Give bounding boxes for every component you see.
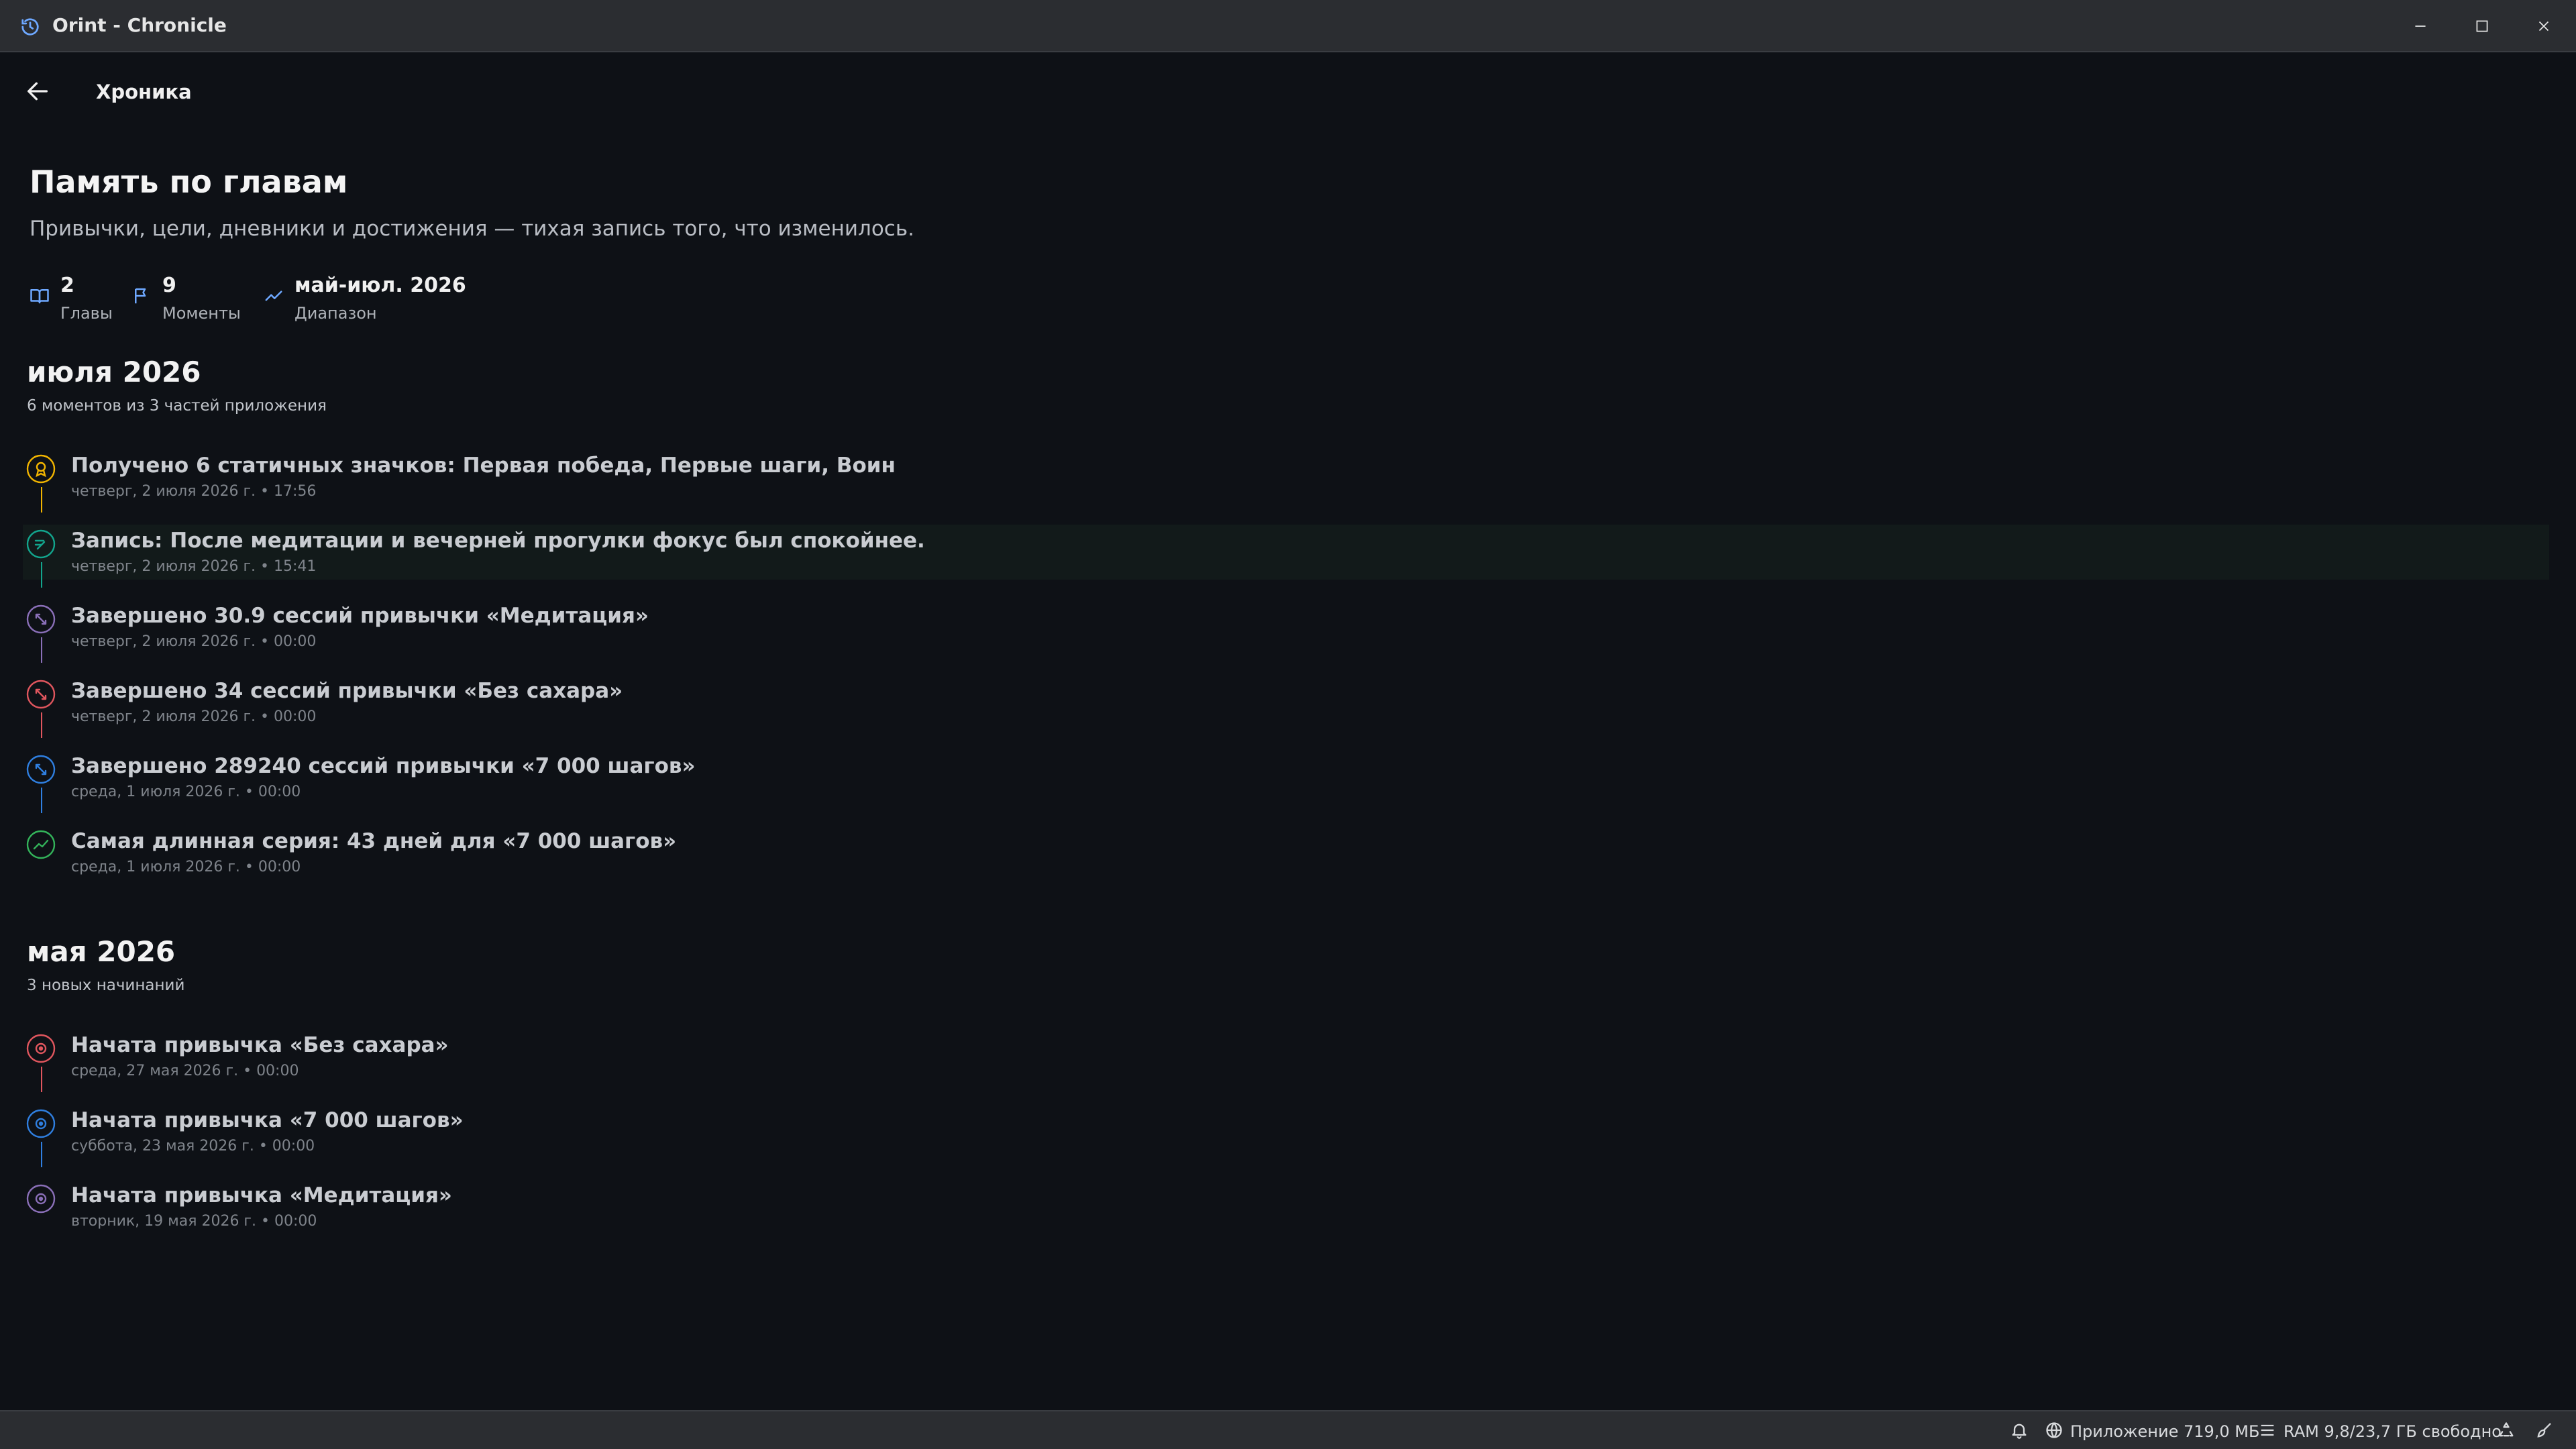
- repeat-icon: [26, 604, 56, 634]
- page-subtitle: Привычки, цели, дневники и достижения — …: [30, 217, 914, 241]
- stat-value: 9: [162, 274, 176, 297]
- moment-meta: суббота, 23 мая 2026 г. • 00:00: [71, 1138, 315, 1155]
- moment-title: Начата привычка «7 000 шагов»: [71, 1108, 464, 1132]
- moment-item[interactable]: Начата привычка «Медитация» вторник, 19 …: [23, 1179, 2549, 1234]
- recycle-icon[interactable]: [2497, 1421, 2516, 1440]
- journal-icon: [26, 529, 56, 559]
- moment-title: Завершено 30.9 сессий привычки «Медитаци…: [71, 604, 649, 628]
- moment-meta: четверг, 2 июля 2026 г. • 00:00: [71, 633, 317, 650]
- chapter-summary: 3 новых начинаний: [27, 977, 185, 994]
- moment-meta: вторник, 19 мая 2026 г. • 00:00: [71, 1213, 317, 1230]
- moment-title: Самая длинная серия: 43 дней для «7 000 …: [71, 829, 677, 853]
- moment-meta: четверг, 2 июля 2026 г. • 00:00: [71, 708, 317, 725]
- book-open-icon: [30, 289, 49, 304]
- memory-icon: [2261, 1424, 2274, 1436]
- timeline-connector: [41, 487, 42, 513]
- trend-icon: [26, 830, 56, 859]
- stat-label: Диапазон: [294, 304, 377, 323]
- stat-label: Главы: [60, 304, 113, 323]
- moment-item[interactable]: Получено 6 статичных значков: Первая поб…: [23, 449, 2549, 513]
- minimize-icon: [2415, 25, 2426, 27]
- header-title: Хроника: [96, 80, 192, 103]
- page-title: Память по главам: [30, 164, 348, 200]
- ram-status: RAM 9,8/23,7 ГБ свободно: [2284, 1422, 2502, 1441]
- moment-meta: среда, 27 мая 2026 г. • 00:00: [71, 1063, 299, 1079]
- close-button[interactable]: [2517, 9, 2571, 43]
- stat-label: Моменты: [162, 304, 241, 323]
- stat-value: май-июл. 2026: [294, 274, 466, 297]
- stat-value: 2: [60, 274, 74, 297]
- maximize-button[interactable]: [2455, 9, 2509, 43]
- moment-item[interactable]: Завершено 289240 сессий привычки «7 000 …: [23, 750, 2549, 813]
- moment-item[interactable]: Самая длинная серия: 43 дней для «7 000 …: [23, 825, 2549, 880]
- timeline-connector: [41, 562, 42, 588]
- play-circle-icon: [26, 1109, 56, 1138]
- moment-title: Запись: После медитации и вечерней прогу…: [71, 529, 925, 553]
- moment-item[interactable]: Завершено 34 сессий привычки «Без сахара…: [23, 675, 2549, 738]
- app-memory-status: Приложение 719,0 МБ: [2070, 1422, 2260, 1441]
- title-bar: Orint - Chronicle: [0, 0, 2576, 52]
- moment-meta: четверг, 2 июля 2026 г. • 15:41: [71, 558, 317, 575]
- moment-meta: среда, 1 июля 2026 г. • 00:00: [71, 859, 301, 875]
- timeline-connector: [41, 1067, 42, 1092]
- moment-meta: среда, 1 июля 2026 г. • 00:00: [71, 784, 301, 800]
- globe-icon: [2046, 1422, 2062, 1438]
- trend-icon: [265, 290, 282, 301]
- chapter-summary: 6 моментов из 3 частей приложения: [27, 397, 327, 415]
- repeat-icon: [26, 680, 56, 709]
- moment-title: Завершено 289240 сессий привычки «7 000 …: [71, 754, 696, 778]
- moment-item[interactable]: Запись: После медитации и вечерней прогу…: [23, 525, 2549, 588]
- moment-title: Получено 6 статичных значков: Первая поб…: [71, 453, 896, 478]
- close-icon: [2538, 21, 2549, 32]
- timeline-connector: [41, 1142, 42, 1167]
- moment-item[interactable]: Начата привычка «Без сахара» среда, 27 м…: [23, 1029, 2549, 1092]
- timeline-connector: [41, 637, 42, 663]
- moment-title: Завершено 34 сессий привычки «Без сахара…: [71, 679, 623, 703]
- minimize-button[interactable]: [2394, 9, 2447, 43]
- broom-icon[interactable]: [2534, 1421, 2553, 1440]
- moment-title: Начата привычка «Без сахара»: [71, 1033, 449, 1057]
- status-bar: Приложение 719,0 МБ RAM 9,8/23,7 ГБ своб…: [0, 1410, 2576, 1449]
- badge-icon: [26, 454, 56, 484]
- timeline-connector: [41, 788, 42, 813]
- chapter-title: июля 2026: [27, 356, 201, 388]
- window-title: Orint - Chronicle: [52, 14, 227, 36]
- chapter-title: мая 2026: [27, 935, 176, 968]
- moment-meta: четверг, 2 июля 2026 г. • 17:56: [71, 483, 317, 500]
- repeat-icon: [26, 755, 56, 784]
- bell-icon[interactable]: [2010, 1421, 2029, 1440]
- play-circle-icon: [26, 1034, 56, 1063]
- play-circle-icon: [26, 1184, 56, 1214]
- flag-icon: [135, 288, 146, 304]
- moment-item[interactable]: Начата привычка «7 000 шагов» суббота, 2…: [23, 1104, 2549, 1167]
- maximize-icon: [2476, 20, 2488, 32]
- back-button[interactable]: [24, 78, 51, 105]
- history-icon: [21, 18, 39, 36]
- moment-title: Начата привычка «Медитация»: [71, 1183, 452, 1208]
- moment-item[interactable]: Завершено 30.9 сессий привычки «Медитаци…: [23, 600, 2549, 663]
- timeline-connector: [41, 712, 42, 738]
